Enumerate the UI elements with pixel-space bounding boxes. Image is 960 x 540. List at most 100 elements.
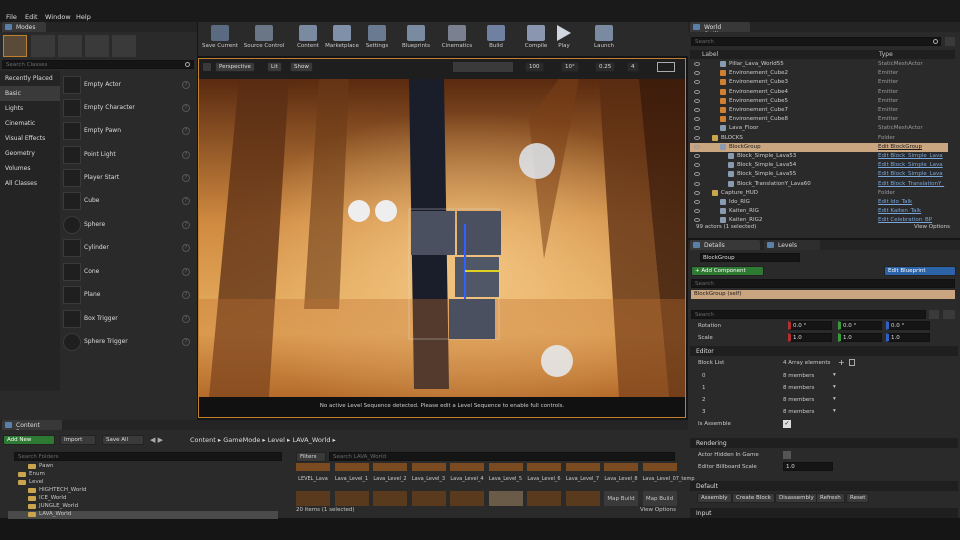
refresh-button[interactable]: Refresh (816, 493, 845, 503)
category-cinematic[interactable]: Cinematic (0, 116, 60, 131)
asset-thumbnail[interactable] (527, 491, 561, 506)
visibility-eye-icon[interactable] (694, 126, 700, 131)
outliner-row[interactable]: Environement_Cube7 Emitter (690, 106, 948, 115)
blueprints-button[interactable]: Blueprints (400, 24, 432, 54)
outliner-row[interactable]: BLOCKS Folder (690, 134, 948, 143)
rotation-z-field[interactable]: 0.0 ° (886, 321, 930, 330)
viewport-options-icon[interactable] (203, 63, 211, 71)
category-all-classes[interactable]: All Classes (0, 176, 60, 191)
folder-tree-item[interactable]: LAVA_World (8, 511, 278, 519)
edit-blueprint-link[interactable]: Edit Block_TranslationY_ (878, 181, 944, 187)
asset-thumbnail[interactable] (450, 463, 484, 471)
outliner-row[interactable]: Block_TranslationY_Lava60 Edit Block_Tran… (690, 180, 948, 189)
category-recently-placed[interactable]: Recently Placed (0, 71, 60, 86)
asset-label[interactable]: Lava_Level_1 (335, 476, 369, 490)
chevron-down-icon[interactable]: ▾ (833, 384, 836, 390)
show-button[interactable]: Show (290, 62, 313, 72)
actor-name-field[interactable]: BlockGroup (700, 253, 800, 262)
create-block-button[interactable]: Create Block (732, 493, 775, 503)
class-item[interactable]: Cylinder? (60, 237, 196, 260)
outliner-row[interactable]: BlockGroup Edit BlockGroup (690, 142, 948, 152)
asset-label[interactable]: Lava_Level_6 (527, 476, 561, 490)
visibility-eye-icon[interactable] (694, 190, 700, 195)
landscape-mode-icon[interactable] (58, 35, 82, 57)
property-matrix-icon[interactable] (929, 310, 939, 319)
tab-world-outliner[interactable]: World Outliner (690, 22, 750, 38)
tab-details[interactable]: Details (690, 240, 760, 250)
element-value[interactable]: 8 members (783, 373, 814, 379)
search-classes-input[interactable]: Search Classes (2, 60, 194, 69)
place-mode-icon[interactable] (3, 35, 27, 57)
element-value[interactable]: 8 members (783, 397, 814, 403)
source-control-button[interactable]: Source Control (242, 24, 286, 54)
play-button[interactable]: Play (553, 24, 575, 54)
menu-file[interactable]: File (6, 13, 17, 21)
help-icon[interactable]: ? (182, 315, 190, 323)
help-icon[interactable]: ? (182, 268, 190, 276)
help-icon[interactable]: ? (182, 221, 190, 229)
help-icon[interactable]: ? (182, 151, 190, 159)
category-geometry[interactable]: Geometry (0, 146, 60, 161)
tab-content-browser[interactable]: Content Browser (2, 420, 62, 436)
geometry-mode-icon[interactable] (112, 35, 136, 57)
type-column-header[interactable]: Type (879, 51, 893, 58)
outliner-row[interactable]: Ido_RIG Edit Ido_Talk (690, 198, 948, 207)
asset-thumbnail[interactable] (488, 491, 523, 506)
chevron-down-icon[interactable]: ▾ (833, 408, 836, 414)
folder-search-input[interactable]: Search Folders (14, 452, 282, 461)
asset-thumbnail[interactable] (488, 463, 523, 471)
components-search-input[interactable]: Search (691, 279, 955, 288)
scale-x-field[interactable]: 1.0 (788, 333, 832, 342)
asset-label[interactable]: LEVEL_Lava (296, 476, 330, 490)
folder-tree-item[interactable]: Pawn (8, 463, 278, 471)
visibility-eye-icon[interactable] (694, 181, 700, 186)
asset-thumbnail[interactable] (450, 491, 484, 506)
asset-search-input[interactable]: Search LAVA_World (329, 452, 675, 461)
visibility-eye-icon[interactable] (694, 80, 700, 85)
breadcrumb-item[interactable]: LAVA_World (292, 436, 330, 444)
edit-blueprint-link[interactable]: Edit Kaiten_Talk (878, 208, 921, 214)
disassembly-button[interactable]: Disassembly (775, 493, 818, 503)
foliage-mode-icon[interactable] (85, 35, 109, 57)
add-element-icon[interactable]: + (838, 358, 845, 367)
cinematics-button[interactable]: Cinematics (440, 24, 474, 54)
element-index[interactable]: 0 (702, 373, 706, 379)
element-index[interactable]: 2 (702, 397, 706, 403)
class-item[interactable]: Sphere Trigger? (60, 331, 196, 354)
trash-icon[interactable] (849, 359, 855, 366)
class-item[interactable]: Empty Actor? (60, 74, 196, 97)
visibility-eye-icon[interactable] (694, 144, 700, 149)
element-value[interactable]: 8 members (783, 409, 814, 415)
asset-thumbnail[interactable] (604, 463, 638, 471)
class-item[interactable]: Empty Character? (60, 97, 196, 120)
asset-label[interactable]: Lava_Level_5 (489, 476, 523, 490)
chevron-down-icon[interactable]: ▾ (833, 396, 836, 402)
asset-label[interactable]: Lava_Level_7 (566, 476, 600, 490)
add-component-button[interactable]: + Add Component (691, 266, 764, 276)
outliner-row[interactable]: Kaiten_RIG Edit Kaiten_Talk (690, 207, 948, 216)
category-visual-effects[interactable]: Visual Effects (0, 131, 60, 146)
build-button[interactable]: Build (484, 24, 508, 54)
billboard-scale-field[interactable]: 1.0 (783, 462, 833, 471)
visibility-eye-icon[interactable] (694, 117, 700, 122)
class-item[interactable]: Empty Pawn? (60, 120, 196, 143)
outliner-row[interactable]: Pillar_Lava_World55 StaticMeshActor (690, 60, 948, 69)
visibility-eye-icon[interactable] (694, 154, 700, 158)
help-icon[interactable]: ? (182, 338, 190, 346)
rotation-y-field[interactable]: 0.0 ° (838, 321, 882, 330)
map-build-tile[interactable]: Map Build (642, 491, 677, 506)
asset-label[interactable]: Lava_Level_2 (373, 476, 407, 490)
asset-thumbnail[interactable] (565, 463, 600, 471)
help-icon[interactable]: ? (182, 291, 190, 299)
launch-button[interactable]: Launch (590, 24, 618, 54)
outliner-row[interactable]: Lava_Floor StaticMeshActor (690, 124, 948, 133)
edit-blueprint-link[interactable]: Edit BlockGroup (878, 144, 922, 150)
asset-thumbnail[interactable] (642, 463, 677, 471)
save-current-button[interactable]: Save Current (200, 24, 240, 54)
outliner-row[interactable]: Environement_Cube8 Emitter (690, 115, 948, 124)
visibility-eye-icon[interactable] (694, 62, 700, 66)
editor-section-header[interactable]: Editor (690, 346, 958, 356)
asset-thumbnail[interactable] (373, 491, 407, 506)
map-build-tile[interactable]: Map Build (604, 491, 638, 506)
help-icon[interactable]: ? (182, 174, 190, 182)
